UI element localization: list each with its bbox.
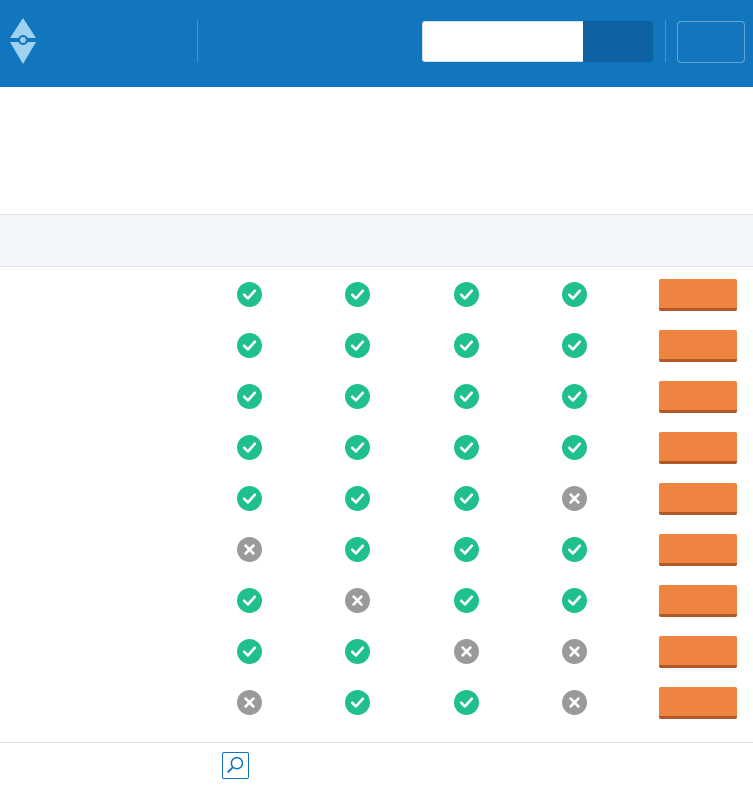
table-row xyxy=(0,269,753,320)
check-icon xyxy=(237,486,262,511)
check-icon xyxy=(237,384,262,409)
check-icon xyxy=(237,282,262,307)
check-icon xyxy=(345,690,370,715)
table-row xyxy=(0,677,753,728)
check-icon xyxy=(237,435,262,460)
table-row xyxy=(0,575,753,626)
check-icon xyxy=(454,333,479,358)
check-icon xyxy=(345,486,370,511)
cross-icon xyxy=(562,639,587,664)
row-action-button[interactable] xyxy=(659,432,737,464)
header-divider xyxy=(665,20,666,62)
check-icon xyxy=(454,537,479,562)
check-icon xyxy=(237,639,262,664)
cross-icon xyxy=(562,690,587,715)
check-icon xyxy=(562,384,587,409)
check-icon xyxy=(562,435,587,460)
cross-icon xyxy=(454,639,479,664)
search-button[interactable] xyxy=(583,21,653,62)
check-icon xyxy=(454,690,479,715)
check-icon xyxy=(237,333,262,358)
search-input[interactable] xyxy=(422,21,583,62)
cross-icon xyxy=(562,486,587,511)
table-row xyxy=(0,626,753,677)
zoom-icon[interactable] xyxy=(222,752,249,779)
table-row xyxy=(0,371,753,422)
check-icon xyxy=(562,537,587,562)
compass-logo-icon[interactable] xyxy=(9,18,39,66)
table-row xyxy=(0,524,753,575)
check-icon xyxy=(454,588,479,613)
table-row xyxy=(0,473,753,524)
footer-divider xyxy=(0,742,753,743)
header-divider xyxy=(197,20,198,62)
row-action-button[interactable] xyxy=(659,585,737,617)
table-row xyxy=(0,422,753,473)
check-icon xyxy=(345,282,370,307)
check-icon xyxy=(562,333,587,358)
check-icon xyxy=(562,282,587,307)
row-action-button[interactable] xyxy=(659,381,737,413)
check-icon xyxy=(345,384,370,409)
menu-button[interactable] xyxy=(677,21,745,63)
check-icon xyxy=(454,282,479,307)
check-icon xyxy=(345,435,370,460)
row-action-button[interactable] xyxy=(659,687,737,719)
row-action-button[interactable] xyxy=(659,330,737,362)
check-icon xyxy=(454,486,479,511)
comparison-table-body xyxy=(0,269,753,728)
cross-icon xyxy=(237,690,262,715)
check-icon xyxy=(454,435,479,460)
row-action-button[interactable] xyxy=(659,636,737,668)
cross-icon xyxy=(345,588,370,613)
row-action-button[interactable] xyxy=(659,534,737,566)
row-action-button[interactable] xyxy=(659,279,737,311)
cross-icon xyxy=(237,537,262,562)
table-header xyxy=(0,214,753,267)
check-icon xyxy=(562,588,587,613)
row-action-button[interactable] xyxy=(659,483,737,515)
check-icon xyxy=(345,537,370,562)
check-icon xyxy=(454,384,479,409)
table-row xyxy=(0,320,753,371)
check-icon xyxy=(345,639,370,664)
check-icon xyxy=(237,588,262,613)
check-icon xyxy=(345,333,370,358)
top-navigation-bar xyxy=(0,0,753,87)
